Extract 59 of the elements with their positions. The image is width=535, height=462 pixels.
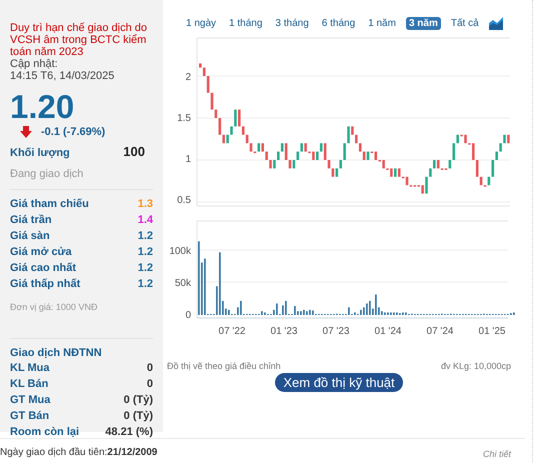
price-label: Giá mở cửa xyxy=(10,246,72,258)
update-time: 14:15 T6, 14/03/2025 xyxy=(10,70,116,82)
range-tab[interactable]: 3 năm xyxy=(406,16,441,30)
range-tab[interactable]: Tất cả xyxy=(448,16,482,30)
price-label: Giá trần xyxy=(10,214,52,226)
update-label: Cập nhật: xyxy=(10,58,59,70)
foreign-value: 48.21 (%) xyxy=(105,426,153,438)
technical-chart-button[interactable]: Xem đồ thị kỹ thuật xyxy=(275,373,403,392)
first-trade-date: 21/12/2009 xyxy=(107,447,158,458)
volume-label: Khối lượng xyxy=(10,147,70,159)
price-number: 1.4 xyxy=(138,214,153,226)
foreign-value: 0 xyxy=(146,362,153,374)
axis-label: 100k xyxy=(169,246,191,257)
price-number: 1.3 xyxy=(138,198,153,210)
axis-label: 0 xyxy=(185,310,191,321)
axis-label: 1.5 xyxy=(177,113,191,124)
notice-text: Duy trì hạn chế giao dịch do VCSH âm trong BCTC kiểm toán năm 2023 xyxy=(10,22,148,58)
chart-note: Đồ thị vẽ theo giá điều chỉnh xyxy=(167,361,281,371)
foreign-label: GT Mua xyxy=(10,394,50,406)
detail-link[interactable]: Chi tiết xyxy=(482,449,511,459)
axis-label: 07 '24 xyxy=(426,326,454,337)
axis-label: 50k xyxy=(174,278,191,289)
price-number: 1.2 xyxy=(138,246,153,258)
range-tab[interactable]: 3 tháng xyxy=(272,16,312,30)
foreign-value: 0 (Tỷ) xyxy=(124,410,153,422)
price-number: 1.2 xyxy=(138,230,153,242)
price-label: Giá cao nhất xyxy=(10,262,76,274)
price-value: 1.20 xyxy=(10,90,76,124)
price-number: 1.2 xyxy=(138,262,153,274)
volume-unit-note: đv KLg: 10,000cp xyxy=(440,361,511,371)
range-tab[interactable]: 1 ngày xyxy=(183,16,220,30)
range-tab[interactable]: 1 năm xyxy=(365,16,399,30)
foreign-label: Room còn lại xyxy=(10,426,80,438)
axis-label: 01 '25 xyxy=(478,326,506,337)
axis-label: 01 '23 xyxy=(270,326,298,337)
first-trade-label: Ngày giao dịch đầu tiên: xyxy=(0,447,108,458)
price-label: Giá sàn xyxy=(10,230,50,242)
foreign-label: KL Mua xyxy=(10,362,50,374)
section-title: Giao dịch NĐTNN xyxy=(10,347,103,359)
foreign-value: 0 xyxy=(146,378,153,390)
foreign-label: GT Bán xyxy=(10,410,50,422)
range-tab[interactable]: 6 tháng xyxy=(318,16,358,30)
price-label: Giá tham chiếu xyxy=(10,198,89,210)
foreign-label: KL Bán xyxy=(10,378,48,390)
axis-label: 0.5 xyxy=(177,195,191,206)
area-chart-icon[interactable] xyxy=(488,16,503,30)
price-number: 1.2 xyxy=(138,278,153,290)
price-label: Giá thấp nhất xyxy=(10,278,80,290)
change-text: -0.1 (-7.69%) xyxy=(41,126,106,138)
axis-label: 01 '24 xyxy=(374,326,402,337)
axis-label: 1 xyxy=(185,154,191,165)
volume-value: 100 xyxy=(123,144,145,159)
trading-status: Đang giao dịch xyxy=(10,168,84,180)
range-tab[interactable]: 1 tháng xyxy=(226,16,266,30)
axis-label: 2 xyxy=(185,72,191,83)
axis-label: 07 '22 xyxy=(218,326,246,337)
unit-note: Đơn vị giá: 1000 VNĐ xyxy=(10,302,98,312)
foreign-value: 0 (Tỷ) xyxy=(124,394,153,406)
axis-label: 07 '23 xyxy=(322,326,350,337)
